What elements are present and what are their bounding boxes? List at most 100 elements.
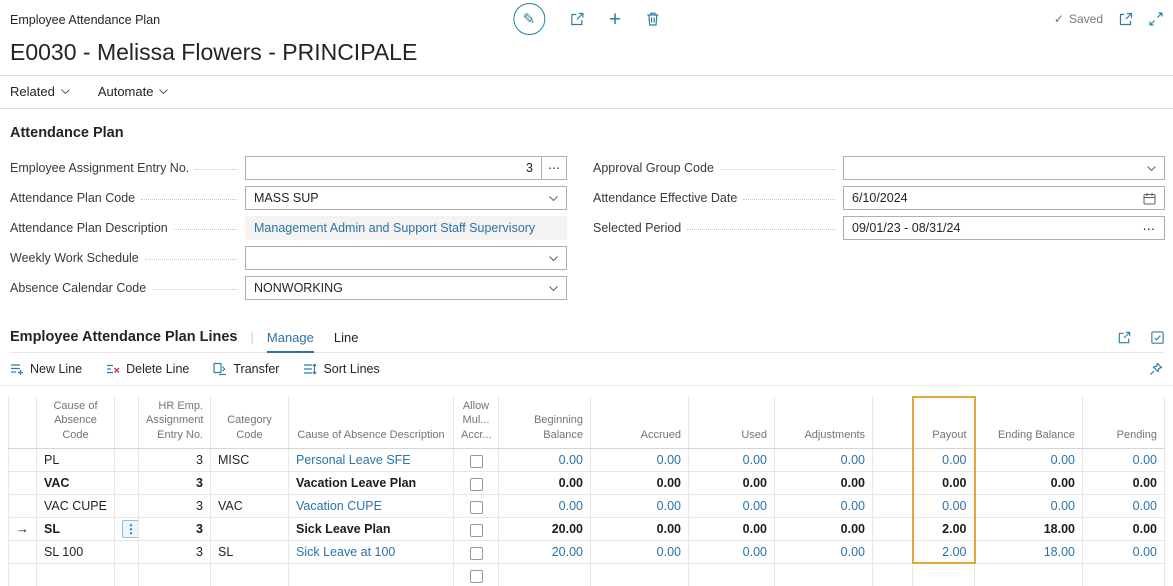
description-cell[interactable]: Personal Leave SFE (288, 448, 454, 472)
category-code-cell[interactable]: SL (210, 539, 289, 564)
col-beginning-balance[interactable]: Beginning Balance (498, 397, 591, 449)
col-category-code[interactable]: Category Code (210, 397, 289, 449)
breadcrumb[interactable]: Employee Attendance Plan (10, 13, 160, 27)
beginning-balance-cell[interactable]: 0.00 (498, 470, 591, 495)
allow-multiple-checkbox[interactable] (469, 523, 483, 537)
pending-cell[interactable]: 0.00 (1082, 448, 1165, 472)
calendar-icon[interactable] (1143, 192, 1156, 205)
lines-section-title[interactable]: Employee Attendance Plan Lines (10, 329, 238, 345)
attendance-plan-code-select[interactable]: MASS SUP (245, 186, 567, 210)
allow-multiple-checkbox[interactable] (469, 570, 483, 584)
pending-cell[interactable]: 0.00 (1082, 493, 1165, 518)
attendance-plan-description-link[interactable]: Management Admin and Support Staff Super… (245, 216, 567, 240)
accrued-cell[interactable]: 0.00 (590, 470, 689, 495)
used-cell[interactable] (688, 562, 775, 586)
ending-balance-cell[interactable]: 0.00 (974, 470, 1083, 495)
beginning-balance-cell[interactable]: 20.00 (498, 539, 591, 564)
delete-button[interactable] (645, 11, 660, 27)
beginning-balance-cell[interactable]: 20.00 (498, 516, 591, 541)
col-hr-emp-assignment-entry-no[interactable]: HR Emp. Assignment Entry No. (138, 397, 211, 449)
cause-code-cell[interactable]: VAC (36, 470, 115, 495)
payout-cell[interactable]: 0.00 (911, 493, 976, 518)
table-row[interactable]: VAC CUPE 3 VAC Vacation CUPE 0.00 0.00 0… (8, 493, 1165, 518)
ending-balance-cell[interactable]: 18.00 (974, 539, 1083, 564)
category-code-cell[interactable]: VAC (210, 493, 289, 518)
category-code-cell[interactable] (210, 516, 289, 541)
ellipsis-icon[interactable]: ⋯ (1143, 221, 1157, 236)
cause-code-cell[interactable]: SL (36, 516, 115, 541)
category-code-cell[interactable] (210, 562, 289, 586)
payout-cell[interactable]: 2.00 (911, 539, 976, 565)
row-menu-button[interactable]: ⋮ (122, 519, 138, 538)
allow-multiple-checkbox[interactable] (469, 477, 483, 491)
description-cell[interactable] (288, 562, 454, 586)
cause-code-cell[interactable]: VAC CUPE (36, 493, 115, 518)
edit-button[interactable]: ✎ (512, 3, 545, 35)
add-button[interactable]: + (609, 9, 621, 30)
used-cell[interactable]: 0.00 (688, 539, 775, 564)
allow-multiple-checkbox[interactable] (469, 500, 483, 514)
entry-no-cell[interactable]: 3 (138, 448, 211, 472)
focus-mode-button[interactable] (1149, 12, 1163, 26)
entry-no-cell[interactable]: 3 (138, 539, 211, 564)
col-allow-multiple-accruals[interactable]: Allow Mul... Accr... (453, 397, 499, 449)
ending-balance-cell[interactable] (974, 562, 1083, 586)
col-payout[interactable]: Payout (911, 395, 976, 449)
ending-balance-cell[interactable]: 0.00 (974, 448, 1083, 472)
adjustments-cell[interactable]: 0.00 (774, 470, 873, 495)
entry-no-cell[interactable]: 3 (138, 493, 211, 518)
beginning-balance-cell[interactable]: 0.00 (498, 448, 591, 472)
absence-calendar-code-select[interactable]: NONWORKING (245, 276, 567, 300)
ending-balance-cell[interactable]: 18.00 (974, 516, 1083, 541)
approval-group-code-select[interactable] (843, 156, 1165, 180)
col-used[interactable]: Used (688, 397, 775, 449)
adjustments-cell[interactable]: 0.00 (774, 448, 873, 472)
accrued-cell[interactable]: 0.00 (590, 448, 689, 472)
menu-related[interactable]: Related (10, 84, 70, 99)
col-cause-of-absence-description[interactable]: Cause of Absence Description (288, 397, 454, 449)
employee-assignment-entry-no-input[interactable]: 3 (245, 156, 542, 180)
accrued-cell[interactable] (590, 562, 689, 586)
tab-manage[interactable]: Manage (266, 330, 314, 353)
adjustments-cell[interactable]: 0.00 (774, 539, 873, 564)
used-cell[interactable]: 0.00 (688, 470, 775, 495)
section-title-attendance-plan[interactable]: Attendance Plan (10, 125, 1173, 141)
ending-balance-cell[interactable]: 0.00 (974, 493, 1083, 518)
pending-cell[interactable]: 0.00 (1082, 470, 1165, 495)
used-cell[interactable]: 0.00 (688, 516, 775, 541)
pending-cell[interactable]: 0.00 (1082, 516, 1165, 541)
description-cell[interactable]: Vacation Leave Plan (288, 470, 454, 495)
col-ending-balance[interactable]: Ending Balance (974, 397, 1083, 449)
payout-cell[interactable]: 2.00 (911, 516, 976, 541)
pending-cell[interactable] (1082, 562, 1165, 586)
used-cell[interactable]: 0.00 (688, 493, 775, 518)
cause-code-cell[interactable]: PL (36, 448, 115, 472)
adjustments-cell[interactable] (774, 562, 873, 586)
weekly-work-schedule-select[interactable] (245, 246, 567, 270)
entry-no-cell[interactable]: 3 (138, 470, 211, 495)
sort-lines-button[interactable]: Sort Lines (303, 362, 380, 376)
used-cell[interactable]: 0.00 (688, 448, 775, 472)
entry-no-cell[interactable]: 3 (138, 516, 211, 541)
entry-no-cell[interactable] (138, 562, 211, 586)
payout-cell[interactable]: 0.00 (911, 470, 976, 495)
selected-period-input[interactable]: 09/01/23 - 08/31/24 ⋯ (843, 216, 1165, 240)
accrued-cell[interactable]: 0.00 (590, 516, 689, 541)
new-line-button[interactable]: New Line (10, 362, 82, 376)
table-row[interactable]: SL 100 3 SL Sick Leave at 100 20.00 0.00… (8, 539, 1165, 565)
allow-multiple-checkbox[interactable] (469, 546, 483, 560)
share-button[interactable] (569, 11, 585, 27)
attendance-effective-date-input[interactable]: 6/10/2024 (843, 186, 1165, 210)
pin-button[interactable] (1149, 362, 1163, 376)
col-adjustments[interactable]: Adjustments (774, 397, 873, 449)
open-in-new-window-button[interactable] (1119, 12, 1133, 26)
table-row-selected[interactable]: → SL ⋮ 3 Sick Leave Plan 20.00 0.00 0.00… (8, 516, 1165, 541)
beginning-balance-cell[interactable]: 0.00 (498, 493, 591, 518)
category-code-cell[interactable]: MISC (210, 448, 289, 472)
description-cell[interactable]: Sick Leave Plan (288, 516, 454, 541)
pending-cell[interactable]: 0.00 (1082, 539, 1165, 564)
accrued-cell[interactable]: 0.00 (590, 493, 689, 518)
edit-list-button[interactable] (1150, 330, 1165, 345)
delete-line-button[interactable]: Delete Line (106, 362, 189, 376)
col-accrued[interactable]: Accrued (590, 397, 689, 449)
